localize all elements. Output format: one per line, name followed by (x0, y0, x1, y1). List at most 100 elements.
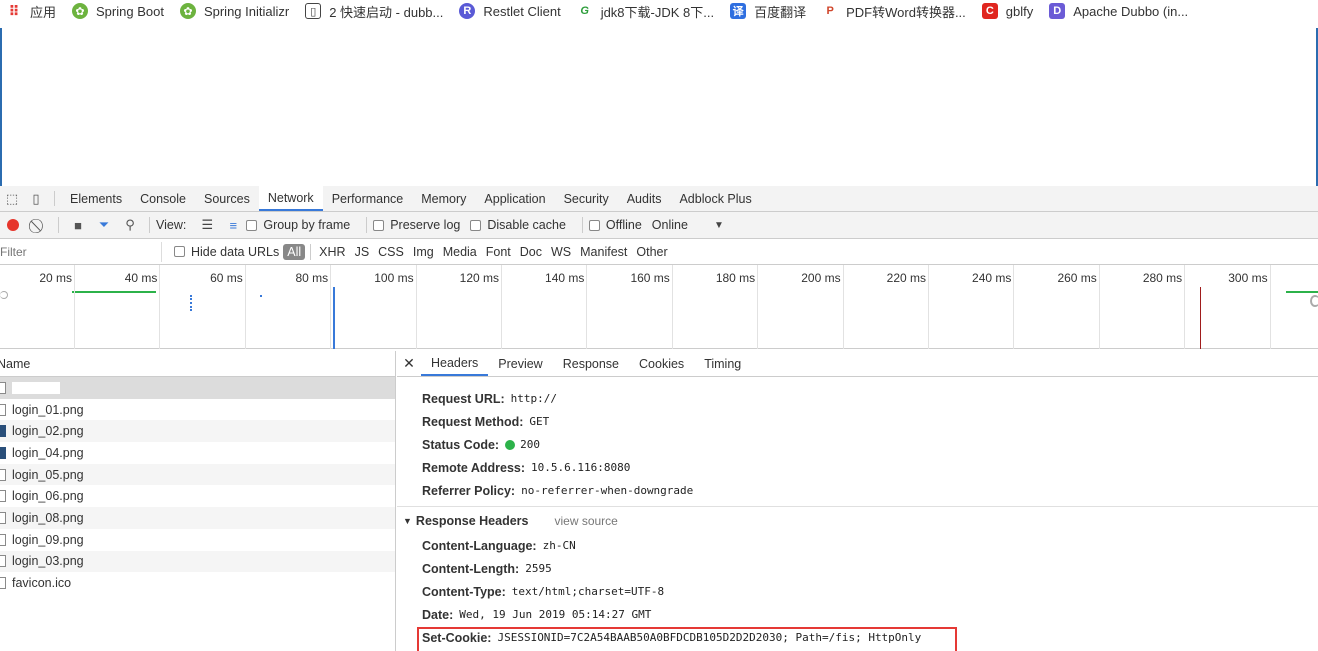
inspect-element-icon[interactable]: ⬚ (0, 186, 24, 211)
bookmark-apps[interactable]: ⠿ 应用 (6, 2, 56, 21)
type-filter-manifest[interactable]: Manifest (576, 245, 631, 259)
search-button[interactable]: ⚲ (117, 215, 143, 235)
timeline-gridline (671, 265, 673, 349)
capture-screenshots-button[interactable]: ■ (65, 215, 91, 235)
tab-performance[interactable]: Performance (323, 186, 413, 211)
header-key: Status Code: (422, 437, 500, 452)
tab-network[interactable]: Network (258, 186, 323, 211)
tab-cookies[interactable]: Cookies (629, 351, 694, 376)
tab-response[interactable]: Response (553, 351, 629, 376)
header-value: no-referrer-when-downgrade (521, 484, 694, 497)
list-item[interactable]: favicon.ico (0, 572, 395, 594)
type-filter-doc[interactable]: Doc (516, 245, 546, 259)
bookmark-apache-dubbo[interactable]: D Apache Dubbo (in... (1049, 3, 1188, 19)
close-icon[interactable]: ✕ (397, 351, 421, 376)
list-item[interactable] (0, 377, 395, 399)
record-button[interactable] (0, 215, 26, 235)
timeline-handle-left[interactable] (0, 291, 8, 299)
tab-elements[interactable]: Elements (61, 186, 131, 211)
header-value: GET (529, 415, 550, 428)
type-filter-ws[interactable]: WS (547, 245, 575, 259)
type-filter-other[interactable]: Other (632, 245, 671, 259)
tab-timing[interactable]: Timing (694, 351, 751, 376)
tab-application[interactable]: Application (475, 186, 554, 211)
checkbox-box[interactable] (246, 219, 258, 231)
bookmark-restlet[interactable]: R Restlet Client (459, 3, 561, 19)
timeline-tick-label: 140 ms (545, 271, 585, 285)
list-item[interactable]: login_04.png (0, 442, 395, 464)
tab-memory[interactable]: Memory (412, 186, 475, 211)
checkbox-box[interactable] (588, 219, 600, 231)
checkbox-box[interactable] (174, 246, 185, 257)
translate-icon: 译 (730, 3, 747, 19)
pdf-p-icon: P (826, 5, 834, 17)
checkbox-label: Group by frame (263, 218, 351, 232)
device-toolbar-icon[interactable]: ▯ (24, 186, 48, 211)
bookmark-jdk8[interactable]: G jdk8下载-JDK 8下... (577, 2, 714, 21)
checkbox-label: Hide data URLs (191, 244, 280, 259)
clear-button[interactable]: ⃠ (26, 215, 52, 235)
throttle-value: Online (651, 218, 688, 232)
list-item[interactable]: login_01.png (0, 399, 395, 421)
list-item[interactable]: login_02.png (0, 420, 395, 443)
disable-cache-checkbox[interactable]: Disable cache (470, 218, 566, 232)
bookmark-pdf-word[interactable]: P PDF转Word转换器... (822, 2, 965, 21)
type-filter-all[interactable]: All (283, 243, 306, 260)
header-key: Date: (422, 607, 454, 622)
tab-audits[interactable]: Audits (618, 186, 671, 211)
timeline-overview[interactable]: 20 ms 40 ms 60 ms 80 ms 100 ms 120 ms 140 ms 16… (0, 265, 1318, 349)
requests-split-view: Name login_01.png login_02.png login_04.… (0, 351, 1318, 651)
type-filter-font[interactable]: Font (482, 245, 515, 259)
restlet-icon: R (459, 3, 476, 19)
list-item[interactable]: login_05.png (0, 463, 395, 486)
bookmark-label: 应用 (30, 4, 57, 20)
waterfall-overview-button[interactable]: ≡ (220, 215, 246, 235)
type-filter-xhr[interactable]: XHR (315, 245, 349, 259)
list-item[interactable]: login_08.png (0, 507, 395, 529)
preserve-log-checkbox[interactable]: Preserve log (373, 218, 460, 232)
request-name: favicon.ico (12, 576, 72, 591)
divider (366, 217, 368, 233)
view-source-link[interactable]: view source (554, 514, 617, 528)
tab-console[interactable]: Console (131, 186, 195, 211)
list-item[interactable]: login_06.png (0, 485, 395, 507)
tab-headers[interactable]: Headers (421, 351, 489, 376)
bookmark-dubbo-quickstart[interactable]: ▯ 2 快速启动 - dubb... (305, 2, 443, 21)
header-row: Date: Wed, 19 Jun 2019 05:14:27 GMT (397, 603, 1318, 626)
filter-toggle-button[interactable]: ⏷ (91, 215, 117, 235)
header-key: Remote Address: (422, 460, 526, 475)
bookmark-spring-boot[interactable]: ✿ Spring Boot (72, 3, 164, 19)
name-column-header[interactable]: Name (0, 351, 395, 377)
large-rows-button[interactable]: ☰ (194, 215, 220, 235)
bookmark-baidu-translate[interactable]: 译 百度翻译 (730, 2, 806, 21)
bookmarks-bar: ⠿ 应用 ✿ Spring Boot ✿ Spring Initializr ▯… (0, 0, 1318, 22)
checkbox-box[interactable] (470, 219, 482, 231)
type-filter-media[interactable]: Media (439, 245, 481, 259)
status-ok-icon (505, 439, 516, 450)
type-filter-img[interactable]: Img (409, 245, 438, 259)
checkbox-box[interactable] (373, 219, 385, 231)
timeline-tick-label: 60 ms (210, 271, 243, 285)
list-item[interactable]: login_03.png (0, 550, 395, 573)
tab-preview[interactable]: Preview (488, 351, 552, 376)
list-view-icon: ☰ (201, 217, 214, 232)
group-by-frame-checkbox[interactable]: Group by frame (246, 218, 350, 232)
dom-content-loaded-marker (333, 287, 335, 349)
request-name: login_04.png (12, 445, 84, 460)
type-filter-js[interactable]: JS (351, 245, 374, 259)
tab-security[interactable]: Security (555, 186, 618, 211)
type-filter-css[interactable]: CSS (374, 245, 408, 259)
throttle-select[interactable]: Online ▼ (652, 218, 724, 232)
tab-adblock-plus[interactable]: Adblock Plus (670, 186, 760, 211)
list-item[interactable]: login_09.png (0, 529, 395, 551)
filter-funnel-icon: ⏷ (98, 217, 110, 232)
response-headers-section-toggle[interactable]: ▼ Response Headers view source (397, 506, 1318, 534)
hide-data-urls-checkbox[interactable]: Hide data URLs (174, 245, 279, 259)
filter-input[interactable] (0, 241, 162, 262)
tab-sources[interactable]: Sources (195, 186, 259, 211)
bookmark-spring-initializr[interactable]: ✿ Spring Initializr (179, 3, 289, 19)
offline-checkbox[interactable]: Offline (588, 218, 642, 232)
divider (54, 191, 55, 206)
timeline-handle-right[interactable] (1310, 295, 1318, 307)
bookmark-gblfy[interactable]: C gblfy (981, 3, 1033, 19)
